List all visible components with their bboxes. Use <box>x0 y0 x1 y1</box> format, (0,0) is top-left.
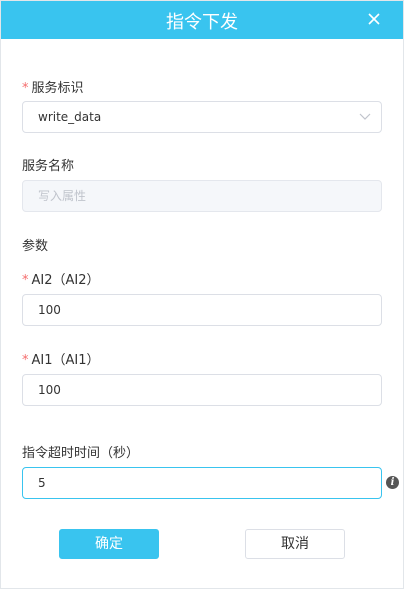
service-name-label: 服务名称 <box>22 159 75 174</box>
close-icon[interactable] <box>365 10 383 28</box>
service-id-label: * 服务标识 <box>22 77 84 96</box>
chevron-down-icon <box>359 113 371 120</box>
timeout-label: 指令超时时间（秒） <box>22 446 140 461</box>
command-dialog: 指令下发 * 服务标识 write_data 服务名称 写入属性 参数 * AI2（… <box>0 0 404 589</box>
ai1-value: 100 <box>38 383 61 397</box>
ai1-label: * AI1（AI1） <box>22 349 100 368</box>
service-id-label-text: 服务标识 <box>31 81 84 96</box>
service-name-input[interactable]: 写入属性 <box>22 180 382 212</box>
info-icon[interactable]: i <box>386 476 399 489</box>
params-heading: 参数 <box>22 239 49 254</box>
required-asterisk: * <box>22 273 29 288</box>
dialog-header: 指令下发 <box>1 1 403 39</box>
ai2-label: * AI2（AI2） <box>22 269 100 288</box>
required-asterisk: * <box>22 81 29 96</box>
service-id-select[interactable]: write_data <box>22 101 382 133</box>
timeout-value: 5 <box>38 476 46 490</box>
service-name-placeholder: 写入属性 <box>38 189 87 203</box>
cancel-button[interactable]: 取消 <box>245 529 345 559</box>
ai1-label-text: AI1（AI1） <box>31 353 100 368</box>
dialog-title: 指令下发 <box>166 12 238 33</box>
ai2-value: 100 <box>38 303 61 317</box>
confirm-button[interactable]: 确定 <box>59 529 159 559</box>
service-id-value: write_data <box>38 110 102 124</box>
required-asterisk: * <box>22 353 29 368</box>
ai1-input[interactable]: 100 <box>22 374 382 406</box>
ai2-label-text: AI2（AI2） <box>31 273 100 288</box>
timeout-input[interactable]: 5 <box>22 467 382 499</box>
ai2-input[interactable]: 100 <box>22 294 382 326</box>
